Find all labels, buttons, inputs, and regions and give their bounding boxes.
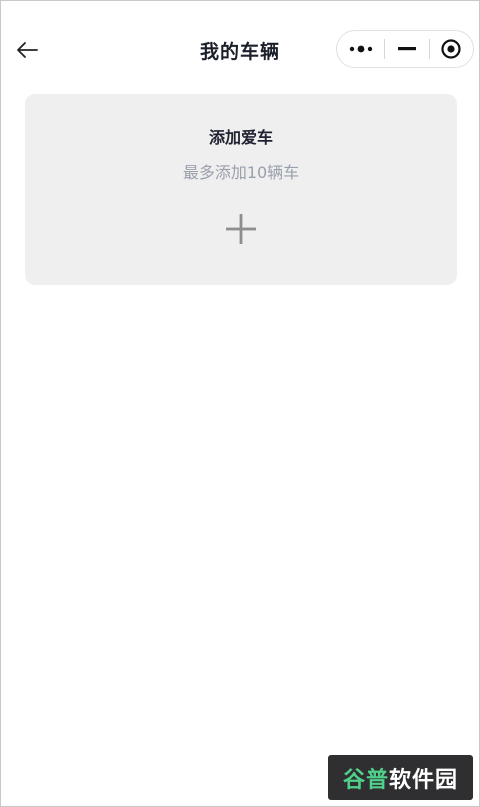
- more-button[interactable]: [337, 31, 384, 67]
- minimize-icon: [397, 47, 416, 51]
- nav-header: 我的车辆: [1, 1, 479, 97]
- app-frame: 我的车辆 添加爱车 最多添加10辆车 谷普 软件园: [0, 0, 480, 807]
- watermark-logo: 谷普 软件园: [328, 755, 473, 800]
- target-circle-icon: [441, 39, 461, 59]
- close-button[interactable]: [430, 31, 473, 67]
- plus-icon[interactable]: [226, 214, 256, 244]
- add-car-card[interactable]: 添加爱车 最多添加10辆车: [25, 94, 457, 285]
- more-dots-icon: [349, 45, 372, 53]
- watermark-part1: 谷普: [342, 767, 389, 793]
- add-car-limit-text: 最多添加10辆车: [182, 163, 300, 182]
- add-car-title: 添加爱车: [208, 128, 273, 147]
- watermark-part2: 软件园: [389, 767, 459, 793]
- minimize-button[interactable]: [385, 31, 428, 67]
- miniprogram-capsule: [336, 30, 474, 68]
